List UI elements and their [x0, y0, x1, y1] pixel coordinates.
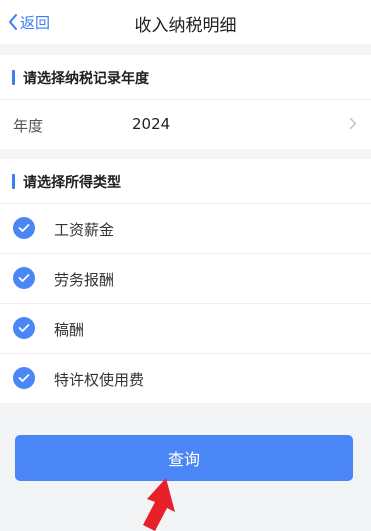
year-section: 请选择纳税记录年度 年度 2024 [0, 55, 371, 149]
type-option-labor[interactable]: 劳务报酬 [0, 254, 371, 304]
section-accent-bar [12, 174, 15, 189]
type-section: 请选择所得类型 工资薪金 劳务报酬 稿酬 特许权使用费 [0, 159, 371, 403]
red-pointer-arrow-icon [143, 478, 175, 531]
checkbox-checked[interactable] [13, 367, 35, 389]
year-value: 2024 [132, 115, 171, 133]
query-button-label: 查询 [167, 450, 200, 469]
year-label: 年度 [13, 117, 44, 135]
year-section-title: 请选择纳税记录年度 [23, 71, 149, 87]
type-label: 稿酬 [54, 321, 85, 339]
type-section-title: 请选择所得类型 [23, 175, 121, 191]
type-label: 特许权使用费 [54, 371, 145, 389]
type-label: 工资薪金 [54, 221, 115, 239]
type-option-franchise[interactable]: 特许权使用费 [0, 354, 371, 403]
year-section-header: 请选择纳税记录年度 [0, 55, 371, 100]
query-button[interactable]: 查询 [15, 435, 353, 481]
checkmark-icon [18, 374, 30, 382]
checkmark-icon [18, 324, 30, 332]
year-selector-row[interactable]: 年度 2024 [0, 100, 371, 149]
type-option-wage[interactable]: 工资薪金 [0, 204, 371, 254]
checkbox-checked[interactable] [13, 267, 35, 289]
nav-bar: 返回 收入纳税明细 [0, 0, 371, 44]
checkmark-icon [18, 224, 30, 232]
checkbox-checked[interactable] [13, 317, 35, 339]
section-accent-bar [12, 70, 15, 85]
chevron-right-icon [349, 117, 357, 130]
checkbox-checked[interactable] [13, 217, 35, 239]
type-label: 劳务报酬 [54, 271, 115, 289]
type-option-royalty[interactable]: 稿酬 [0, 304, 371, 354]
page-title: 收入纳税明细 [134, 16, 237, 36]
checkmark-icon [18, 274, 30, 282]
type-section-header: 请选择所得类型 [0, 159, 371, 204]
